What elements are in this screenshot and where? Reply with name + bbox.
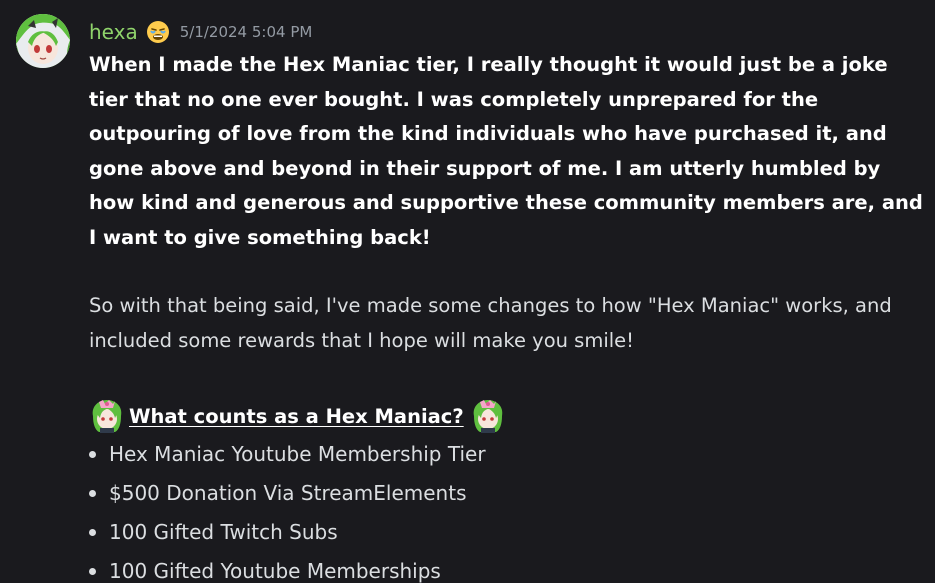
hexa-chibi-right-icon <box>470 398 506 434</box>
section-heading: What counts as a Hex Maniac? <box>89 397 927 435</box>
message-timestamp[interactable]: 5/1/2024 5:04 PM <box>180 23 313 41</box>
list-item-text: 100 Gifted Twitch Subs <box>109 520 338 544</box>
list-item-text: Hex Maniac Youtube Membership Tier <box>109 442 486 466</box>
list-item: 100 Gifted Youtube Memberships <box>89 552 927 583</box>
message-content: When I made the Hex Maniac tier, I reall… <box>89 48 927 583</box>
bullet-icon <box>89 568 96 575</box>
tired-face-icon <box>146 20 170 44</box>
bullet-icon <box>89 529 96 536</box>
username[interactable]: hexa <box>89 20 138 44</box>
section-heading-text: What counts as a Hex Maniac? <box>129 404 464 428</box>
hex-maniac-criteria-list: Hex Maniac Youtube Membership Tier $500 … <box>89 435 927 583</box>
list-item: Hex Maniac Youtube Membership Tier <box>89 435 927 474</box>
announcement-text: So with that being said, I've made some … <box>89 294 892 352</box>
list-item: 100 Gifted Twitch Subs <box>89 513 927 552</box>
user-avatar[interactable] <box>16 14 70 68</box>
hexa-chibi-left-icon <box>89 398 125 434</box>
bullet-icon <box>89 451 96 458</box>
chat-message: hexa 5/1/2024 5:04 PM When I made the He… <box>0 0 935 583</box>
bold-announcement-text: When I made the Hex Maniac tier, I reall… <box>89 53 923 249</box>
list-item: $500 Donation Via StreamElements <box>89 474 927 513</box>
bullet-icon <box>89 490 96 497</box>
list-item-text: 100 Gifted Youtube Memberships <box>109 559 441 583</box>
message-header: hexa 5/1/2024 5:04 PM <box>89 18 312 46</box>
list-item-text: $500 Donation Via StreamElements <box>109 481 467 505</box>
